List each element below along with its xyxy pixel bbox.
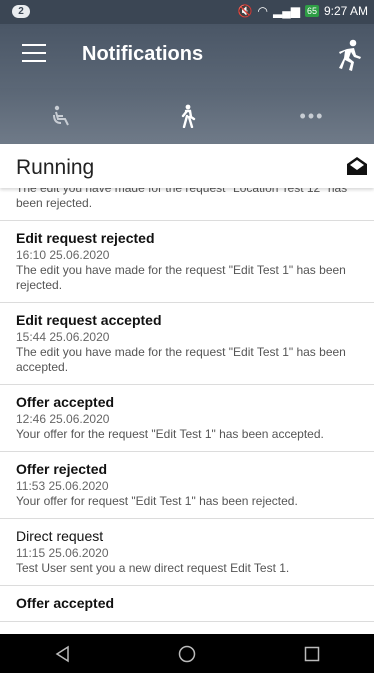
walking-person-icon <box>181 104 196 128</box>
item-text: Test User sent you a new direct request … <box>16 561 290 575</box>
signal-icon: ▂▄▆ <box>272 4 300 18</box>
item-title: Direct request <box>16 528 104 544</box>
item-text: Your offer for the request "Edit Test 1"… <box>16 427 324 441</box>
envelope-open-icon[interactable] <box>346 156 368 176</box>
back-button[interactable] <box>42 639 82 669</box>
tab-walking[interactable] <box>125 88 249 144</box>
running-person-icon[interactable] <box>334 38 364 72</box>
list-item[interactable]: Edit request accepted 15:44 25.06.2020 T… <box>0 303 374 385</box>
status-bar: 2 🔇 ◠ ▂▄▆ 65 9:27 AM <box>0 0 374 24</box>
menu-icon[interactable] <box>22 44 46 66</box>
item-title: Offer accepted <box>16 595 115 611</box>
item-text: Your offer for request "Edit Test 1" has… <box>16 494 298 508</box>
item-time: 16:10 25.06.2020 <box>16 248 110 262</box>
status-icons: 🔇 ◠ ▂▄▆ 65 9:27 AM <box>238 4 368 18</box>
wifi-icon: ◠ <box>257 4 268 18</box>
item-time: 15:44 25.06.2020 <box>16 330 110 344</box>
item-text: The edit you have made for the request "… <box>16 345 346 374</box>
battery-icon: 65 <box>304 5 319 17</box>
item-title: Edit request accepted <box>16 312 162 328</box>
tab-more[interactable]: ••• <box>250 88 374 144</box>
item-title: Offer accepted <box>16 394 115 410</box>
status-time: 9:27 AM <box>323 4 368 18</box>
home-button[interactable] <box>167 639 207 669</box>
item-time: 12:46 25.06.2020 <box>16 412 110 426</box>
item-text: The edit you have made for the request "… <box>16 263 346 292</box>
back-icon <box>55 645 70 662</box>
item-time: 11:53 25.06.2020 <box>16 479 109 493</box>
list-item[interactable]: Direct request 11:15 25.06.2020 Test Use… <box>0 519 374 586</box>
item-time: 11:15 25.06.2020 <box>16 546 109 560</box>
recents-icon <box>304 646 319 661</box>
section-title: Running <box>16 156 95 179</box>
system-nav-bar <box>0 634 374 673</box>
list-item[interactable]: Offer rejected 11:53 25.06.2020 Your off… <box>0 452 374 519</box>
list-item[interactable]: Offer accepted 12:46 25.06.2020 Your off… <box>0 385 374 452</box>
item-title: Edit request rejected <box>16 230 155 246</box>
tab-wheelchair[interactable] <box>0 88 124 144</box>
notification-count-badge: 2 <box>12 5 30 18</box>
list-item[interactable]: Edit request rejected 16:10 25.06.2020 T… <box>0 221 374 303</box>
app-bar: Notifications <box>0 24 374 88</box>
mute-icon: 🔇 <box>237 4 253 18</box>
page-title: Notifications <box>82 43 204 65</box>
notification-list[interactable]: The edit you have made for the request "… <box>0 181 374 634</box>
recents-button[interactable] <box>292 639 332 669</box>
item-title: Offer rejected <box>16 461 108 477</box>
wheelchair-icon <box>53 105 69 126</box>
tab-bar: ••• <box>0 88 374 144</box>
section-header: Running <box>0 144 374 188</box>
list-item[interactable]: Offer accepted <box>0 586 374 622</box>
home-icon <box>178 645 196 662</box>
